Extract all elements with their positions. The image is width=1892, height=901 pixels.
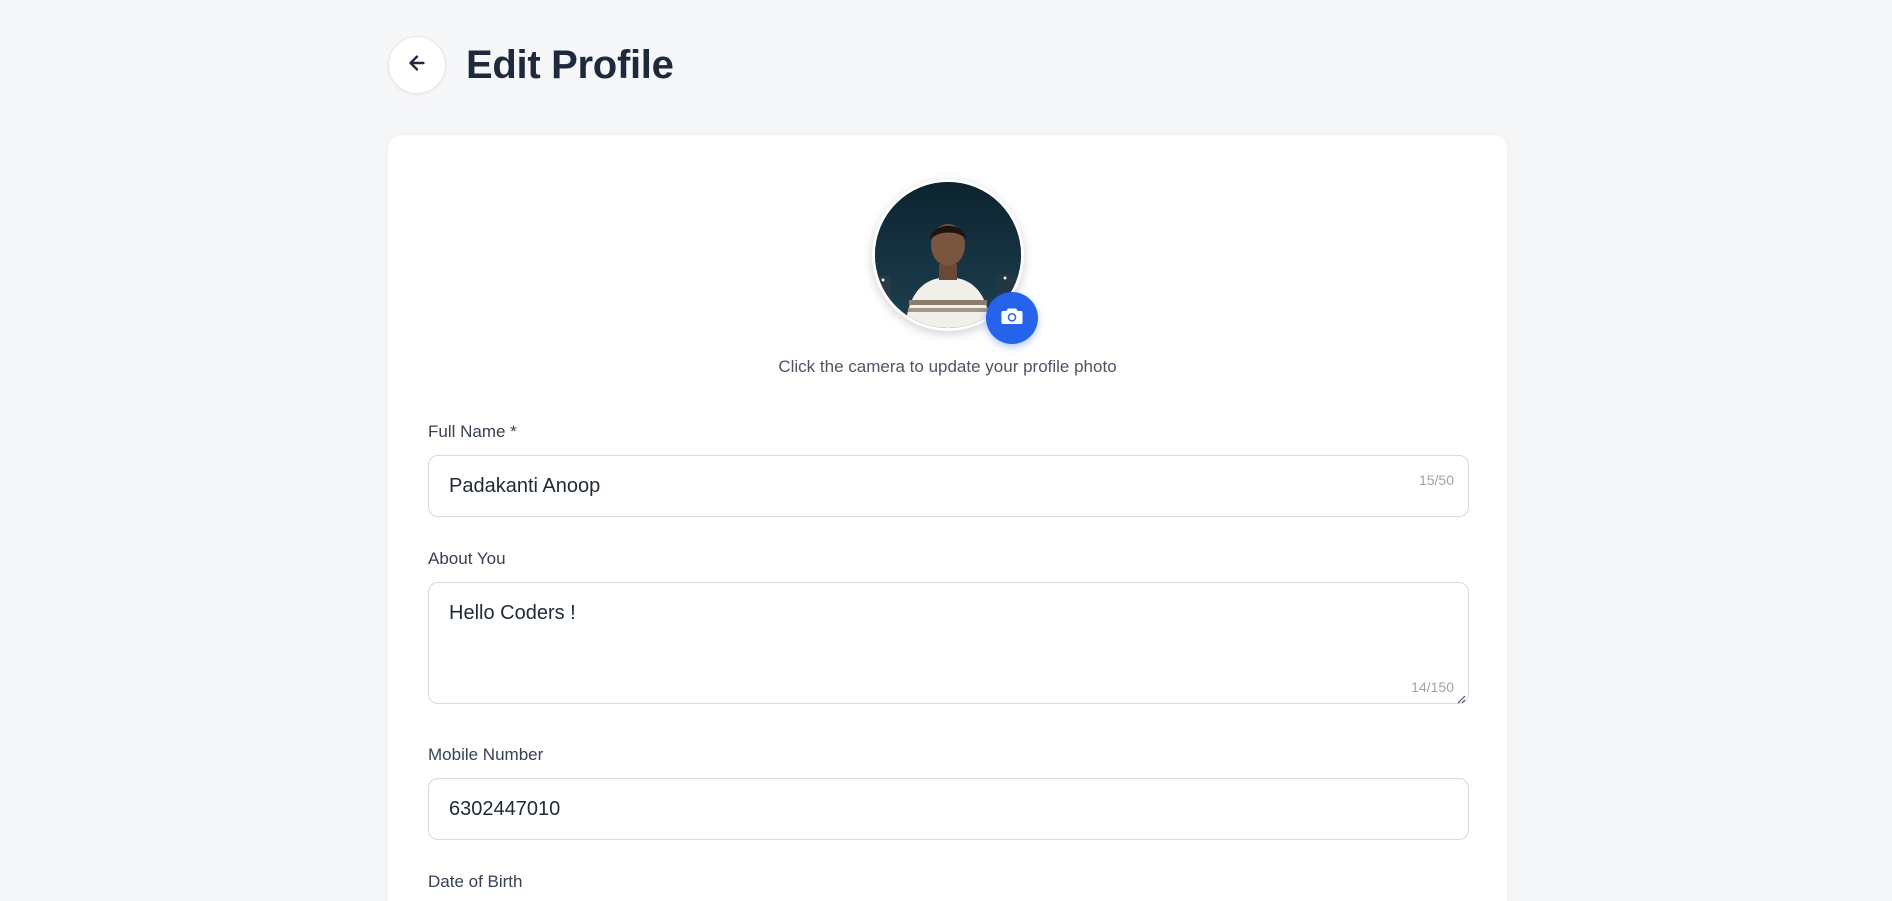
mobile-label: Mobile Number bbox=[428, 745, 544, 764]
full-name-char-counter: 15/50 bbox=[1418, 472, 1454, 488]
camera-icon bbox=[1001, 307, 1023, 330]
about-textarea[interactable]: Hello Coders ! 14/150 bbox=[428, 582, 1469, 704]
arrow-left-icon bbox=[406, 52, 428, 79]
mobile-value: 6302447010 bbox=[449, 798, 561, 820]
page-title: Edit Profile bbox=[466, 42, 674, 87]
change-photo-button[interactable] bbox=[986, 292, 1038, 344]
mobile-input[interactable]: 6302447010 bbox=[428, 778, 1469, 840]
back-button[interactable] bbox=[388, 36, 446, 94]
edit-profile-page: Edit Profile Click the camera to update … bbox=[0, 0, 1892, 901]
full-name-value: Padakanti Anoop bbox=[449, 475, 601, 497]
full-name-input[interactable]: Padakanti Anoop 15/50 bbox=[428, 455, 1469, 517]
about-char-counter: 14/150 bbox=[1411, 679, 1454, 695]
profile-form-card: Click the camera to update your profile … bbox=[388, 135, 1507, 901]
avatar-container bbox=[872, 179, 1038, 344]
dob-label: Date of Birth bbox=[428, 872, 523, 891]
full-name-label: Full Name * bbox=[428, 422, 517, 441]
about-label: About You bbox=[428, 549, 506, 568]
page-header: Edit Profile bbox=[388, 36, 674, 94]
about-value: Hello Coders ! bbox=[449, 602, 576, 624]
resize-handle-icon[interactable] bbox=[1456, 691, 1466, 704]
photo-hint: Click the camera to update your profile … bbox=[778, 357, 1117, 376]
